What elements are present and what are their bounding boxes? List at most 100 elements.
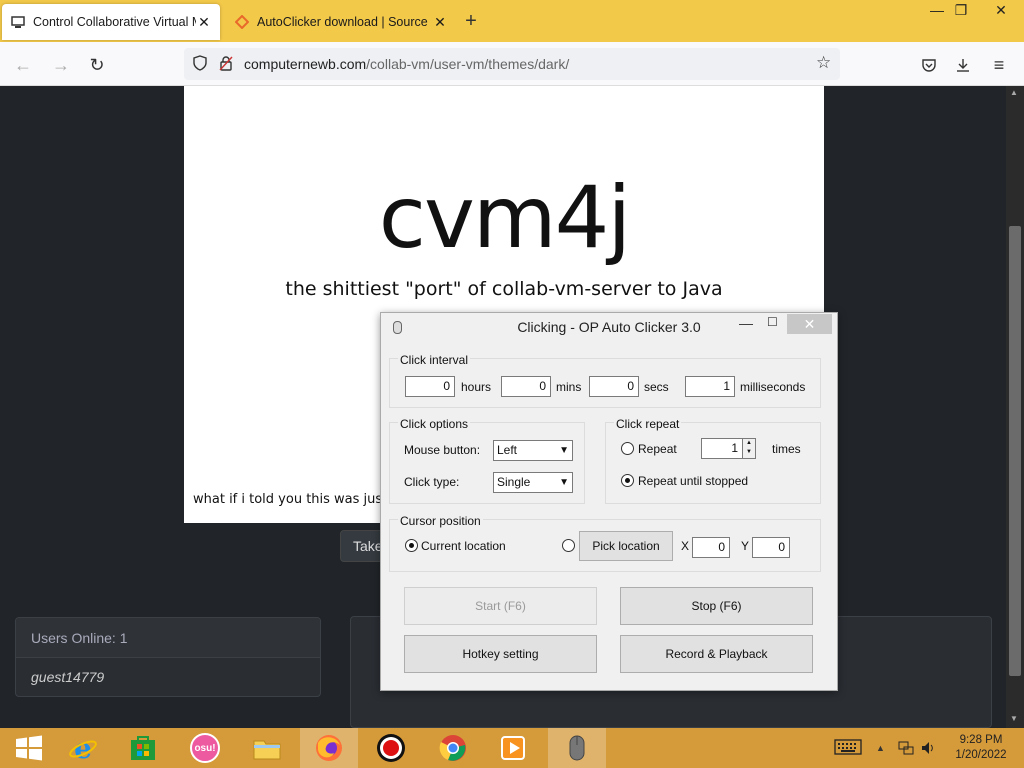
chrome-icon[interactable] (424, 728, 482, 768)
svg-text:e: e (74, 733, 92, 763)
repeat-until-stopped-radio[interactable] (621, 474, 634, 487)
current-location-label: Current location (421, 539, 506, 553)
user-list-item[interactable]: guest14779 (16, 658, 320, 696)
url-path: /collab-vm/user-vm/themes/dark/ (366, 56, 570, 72)
x-label: X (681, 539, 690, 553)
click-repeat-group: Click repeat Repeat 1 ▲ ▼ times Repeat un… (605, 417, 821, 504)
system-clock[interactable]: 9:28 PM 1/20/2022 (945, 733, 1017, 763)
sourceforge-favicon-icon (234, 14, 250, 30)
vm-subtitle: the shittiest "port" of collab-vm-server… (285, 278, 723, 300)
repeat-spinner[interactable]: ▲ ▼ (742, 438, 756, 459)
media-player-icon[interactable] (484, 728, 542, 768)
firefox-icon[interactable] (300, 728, 358, 768)
y-coordinate-input[interactable]: 0 (752, 537, 790, 558)
auto-clicker-titlebar[interactable]: Clicking - OP Auto Clicker 3.0 — ☐ ✕ (381, 313, 837, 341)
forward-arrow-icon[interactable]: → (50, 54, 72, 76)
osu-label: osu! (190, 733, 220, 763)
pick-location-button[interactable]: Pick location (579, 531, 673, 561)
click-options-group: Click options Mouse button: Left ▼ Click … (389, 417, 585, 504)
menu-icon[interactable]: ≡ (988, 54, 1010, 76)
mins-input[interactable]: 0 (501, 376, 551, 397)
clock-time: 9:28 PM (959, 734, 1003, 746)
stop-button[interactable]: Stop (F6) (620, 587, 813, 625)
tab-title: Control Collaborative Virtual M (33, 15, 196, 29)
tab-close-button[interactable]: ✕ (432, 14, 448, 31)
click-type-label: Click type: (404, 475, 460, 489)
close-window-button[interactable]: ✕ (986, 2, 1016, 19)
mouse-button-select[interactable]: Left ▼ (493, 440, 573, 461)
auto-clicker-taskbar-icon[interactable] (548, 728, 606, 768)
current-location-radio[interactable] (405, 539, 418, 552)
auto-clicker-window: Clicking - OP Auto Clicker 3.0 — ☐ ✕ Cli… (380, 312, 838, 691)
ac-minimize-button[interactable]: — (739, 315, 753, 331)
obs-record-icon[interactable] (362, 728, 420, 768)
secs-label: secs (644, 380, 669, 394)
pocket-icon[interactable] (918, 54, 940, 76)
tab-bar: Control Collaborative Virtual M ✕ AutoCl… (0, 0, 1024, 42)
y-label: Y (741, 539, 750, 553)
bookmark-star-icon[interactable]: ☆ (816, 53, 831, 73)
windows-start-icon[interactable] (0, 728, 58, 768)
mouse-button-label: Mouse button: (404, 443, 481, 457)
shield-icon[interactable] (192, 55, 208, 76)
x-coordinate-input[interactable]: 0 (692, 537, 730, 558)
keyboard-icon[interactable] (834, 739, 862, 758)
spin-up-icon[interactable]: ▲ (743, 439, 755, 448)
back-arrow-icon[interactable]: ← (12, 54, 34, 76)
network-icon[interactable] (898, 740, 914, 759)
click-type-value: Single (497, 475, 531, 489)
click-interval-title: Click interval (398, 353, 471, 367)
ac-close-button[interactable]: ✕ (787, 314, 832, 334)
record-playback-button[interactable]: Record & Playback (620, 635, 813, 673)
tray-expand-icon[interactable]: ▲ (876, 743, 885, 753)
spin-down-icon[interactable]: ▼ (743, 448, 755, 457)
times-label: times (772, 442, 801, 456)
milliseconds-label: milliseconds (740, 380, 806, 394)
url-text[interactable]: computernewb.com/collab-vm/user-vm/theme… (244, 56, 569, 72)
volume-icon[interactable] (920, 740, 936, 759)
scroll-down-icon[interactable]: ▼ (1010, 714, 1018, 723)
repeat-label: Repeat (638, 442, 677, 456)
internet-explorer-icon[interactable]: e (54, 728, 112, 768)
url-host: computernewb.com (244, 56, 367, 72)
store-icon[interactable] (114, 728, 172, 768)
cursor-position-group: Cursor position Current location Pick lo… (389, 514, 821, 572)
osu-icon[interactable]: osu! (176, 728, 234, 768)
address-bar[interactable]: computernewb.com/collab-vm/user-vm/theme… (184, 48, 840, 80)
reload-icon[interactable]: ↻ (86, 54, 108, 76)
lock-icon[interactable] (218, 55, 234, 76)
cursor-position-title: Cursor position (398, 514, 483, 528)
users-online-header: Users Online: 1 (16, 618, 320, 658)
click-options-title: Click options (398, 417, 471, 431)
vm-title: cvm4j (378, 168, 632, 268)
page-scrollbar[interactable]: ▲ ▼ (1006, 86, 1024, 728)
collab-vm-favicon-icon (10, 14, 26, 30)
scroll-up-icon[interactable]: ▲ (1010, 88, 1018, 97)
users-panel: Users Online: 1 guest14779 (15, 617, 321, 697)
chevron-down-icon: ▼ (559, 445, 569, 456)
navigation-bar: ← → ↻ computernewb.com/collab-vm/user-vm… (0, 42, 1024, 86)
new-tab-button[interactable]: + (460, 10, 482, 33)
scrollbar-thumb[interactable] (1009, 226, 1021, 676)
tab-title: AutoClicker download | Source (257, 15, 428, 29)
hotkey-setting-button[interactable]: Hotkey setting (404, 635, 597, 673)
tab-close-button[interactable]: ✕ (196, 14, 212, 31)
milliseconds-input[interactable]: 1 (685, 376, 735, 397)
repeat-count-input[interactable]: 1 (701, 438, 743, 459)
repeat-until-stopped-label: Repeat until stopped (638, 474, 749, 488)
file-explorer-icon[interactable] (238, 728, 296, 768)
downloads-icon[interactable] (952, 54, 974, 76)
repeat-radio[interactable] (621, 442, 634, 455)
pick-location-radio[interactable] (562, 539, 575, 552)
mins-label: mins (556, 380, 582, 394)
tab-collab-vm[interactable]: Control Collaborative Virtual M ✕ (2, 4, 220, 40)
restore-button[interactable]: ❐ (946, 2, 976, 19)
secs-input[interactable]: 0 (589, 376, 639, 397)
hours-input[interactable]: 0 (405, 376, 455, 397)
tab-autoclicker-download[interactable]: AutoClicker download | Source ✕ (226, 4, 456, 40)
start-button[interactable]: Start (F6) (404, 587, 597, 625)
hours-label: hours (461, 380, 492, 394)
ac-maximize-button[interactable]: ☐ (767, 315, 778, 329)
click-type-select[interactable]: Single ▼ (493, 472, 573, 493)
mouse-button-value: Left (497, 443, 518, 457)
